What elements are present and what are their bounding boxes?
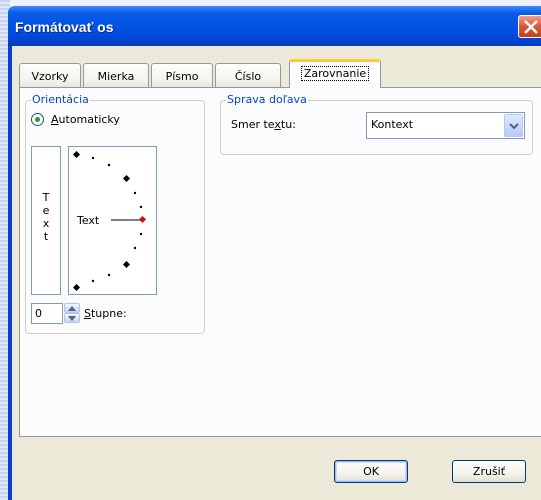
text-direction-select[interactable]: Kontext — [366, 112, 525, 139]
vertical-text-option[interactable]: T e x t — [31, 146, 61, 295]
degrees-spinner[interactable] — [64, 303, 80, 324]
dialog-client: Vzorky Mierka Písmo Číslo Zarovnanie Ori… — [12, 46, 541, 500]
spin-up-button[interactable] — [64, 303, 80, 313]
vertical-letter: x — [42, 217, 50, 230]
tab-mierka[interactable]: Mierka — [83, 63, 149, 87]
spin-down-button[interactable] — [64, 313, 80, 323]
title-bar[interactable]: Formátovať os — [8, 6, 541, 46]
dialog-window: Formátovať os Vzorky Mierka Písmo Číslo … — [8, 6, 541, 500]
ok-button[interactable]: OK — [334, 460, 408, 483]
degrees-label: Stupne: — [84, 307, 127, 320]
dial-text-label: Text — [77, 214, 100, 227]
text-direction-value: Kontext — [371, 118, 414, 131]
vertical-letter: T — [42, 191, 50, 204]
rtl-group: Sprava doľava Smer textu: Kontext — [220, 93, 533, 155]
close-icon — [524, 20, 538, 34]
close-button[interactable] — [518, 15, 541, 38]
orientation-dial[interactable]: Text — [68, 146, 157, 295]
dropdown-button[interactable] — [504, 114, 523, 137]
tab-cislo[interactable]: Číslo — [215, 63, 281, 87]
automatic-radio[interactable] — [31, 113, 44, 126]
chevron-down-icon — [68, 316, 76, 321]
vertical-letter: e — [42, 204, 50, 217]
vertical-letter: t — [43, 230, 49, 243]
rtl-group-label: Sprava doľava — [226, 93, 308, 106]
chevron-down-icon — [509, 123, 519, 130]
dialog-title: Formátovať os — [15, 19, 114, 35]
tab-pismo[interactable]: Písmo — [151, 63, 213, 87]
chevron-up-icon — [68, 306, 76, 311]
tab-zarovnanie[interactable]: Zarovnanie — [289, 59, 381, 88]
tab-vzorky[interactable]: Vzorky — [19, 63, 81, 87]
orientation-group: Orientácia Automaticky T e x t Text 0 St… — [25, 93, 205, 334]
degrees-input[interactable]: 0 — [31, 303, 63, 324]
orientation-group-label: Orientácia — [31, 93, 90, 106]
tab-panel: Orientácia Automaticky T e x t Text 0 St… — [19, 87, 541, 437]
text-direction-label: Smer textu: — [231, 118, 296, 131]
automatic-label: Automaticky — [51, 113, 120, 126]
cancel-button[interactable]: Zrušiť — [452, 460, 526, 483]
